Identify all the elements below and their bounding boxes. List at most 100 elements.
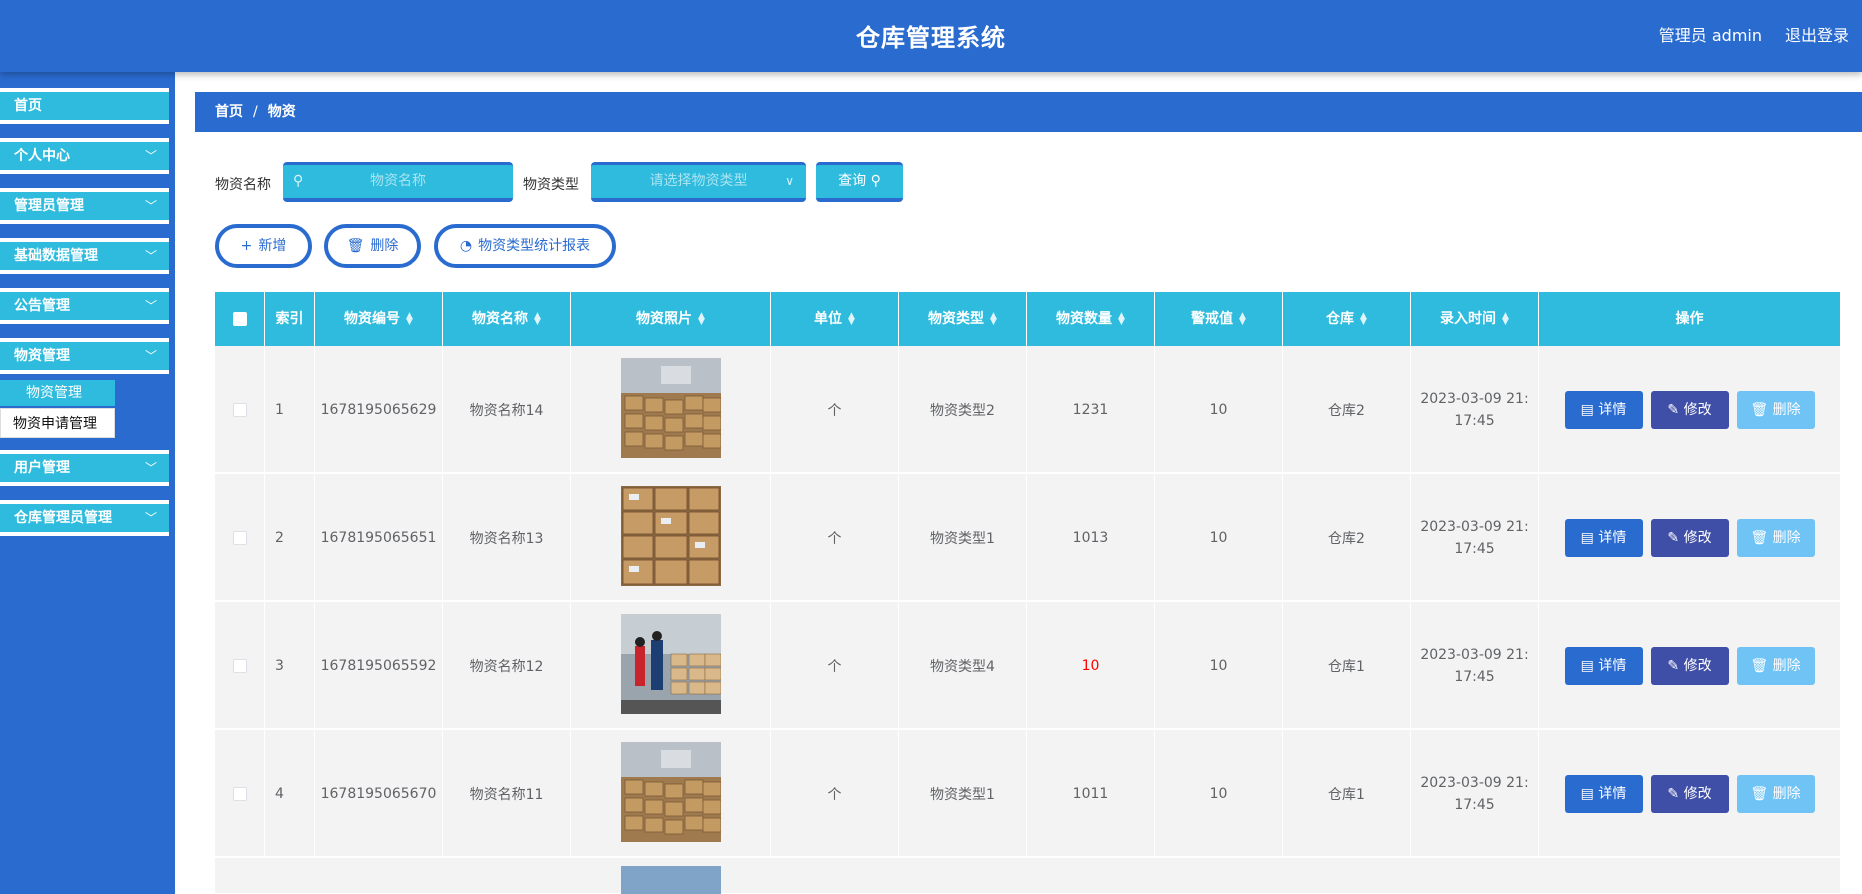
cell-value-type: 物资类型4 bbox=[930, 658, 995, 675]
cell-type: 物资类型1 bbox=[899, 474, 1027, 601]
breadcrumb-home[interactable]: 首页 bbox=[215, 104, 243, 120]
sidebar-item-admins[interactable]: 管理员管理 ﹀ bbox=[0, 188, 169, 224]
breadcrumb-separator: / bbox=[253, 104, 258, 120]
cell-chk bbox=[215, 346, 265, 473]
row-delete-button[interactable]: 🗑 删除 bbox=[1736, 390, 1815, 429]
material-photo[interactable] bbox=[620, 357, 721, 462]
cell-photo bbox=[571, 730, 771, 857]
sidebar-item-label: 公告管理 bbox=[14, 298, 70, 314]
entry-time-clock: 17:45 bbox=[1454, 540, 1495, 557]
type-select-placeholder: 请选择物资类型 bbox=[649, 173, 748, 189]
sidebar-item-basic-data[interactable]: 基础数据管理 ﹀ bbox=[0, 238, 169, 274]
detail-button[interactable]: ▤ 详情 bbox=[1564, 774, 1643, 813]
row-checkbox[interactable] bbox=[232, 786, 247, 801]
list-icon: ▤ bbox=[1580, 529, 1599, 546]
name-search-input[interactable]: ⚲ 物资名称 bbox=[283, 162, 513, 202]
sidebar-item-home[interactable]: 首页 bbox=[0, 88, 169, 124]
cell-time: 2023-03-09 21: 17:45 bbox=[1411, 602, 1539, 729]
cell-actions: ▤ 详情 ✎ 修改 🗑 删除 bbox=[1539, 474, 1840, 601]
cell-index: 3 bbox=[265, 602, 315, 729]
material-photo[interactable] bbox=[620, 613, 721, 718]
column-header-qty[interactable]: 物资数量 ▲ ▼ bbox=[1027, 292, 1155, 346]
row-checkbox[interactable] bbox=[232, 530, 247, 545]
cell-value-type: 物资类型2 bbox=[930, 402, 995, 419]
entry-time-date: 2023-03-09 21: bbox=[1420, 390, 1529, 407]
action-label: 删除 bbox=[1772, 529, 1801, 546]
edit-button[interactable]: ✎ 修改 bbox=[1650, 390, 1729, 429]
cell-value-index: 1 bbox=[275, 401, 284, 418]
row-checkbox[interactable] bbox=[232, 658, 247, 673]
add-button[interactable]: + 新增 bbox=[215, 224, 312, 268]
sort-icon: ▲ ▼ bbox=[1118, 311, 1125, 327]
detail-button[interactable]: ▤ 详情 bbox=[1564, 390, 1643, 429]
edit-button[interactable]: ✎ 修改 bbox=[1650, 774, 1729, 813]
type-select[interactable]: 请选择物资类型 ∨ bbox=[591, 162, 806, 202]
action-label: 详情 bbox=[1598, 657, 1627, 674]
action-label: 删除 bbox=[1772, 401, 1801, 418]
sidebar-item-profile[interactable]: 个人中心 ﹀ bbox=[0, 138, 169, 174]
cell-warn: 10 bbox=[1155, 474, 1283, 601]
detail-button[interactable]: ▤ 详情 bbox=[1564, 518, 1643, 557]
trash-icon: 🗑 bbox=[346, 238, 365, 254]
sidebar-item-users[interactable]: 用户管理 ﹀ bbox=[0, 450, 169, 486]
column-header-type[interactable]: 物资类型 ▲ ▼ bbox=[899, 292, 1027, 346]
row-delete-button[interactable]: 🗑 删除 bbox=[1736, 646, 1815, 685]
cell-time: 2023-03-09 21: 17:45 bbox=[1411, 346, 1539, 473]
cell-chk bbox=[215, 474, 265, 601]
sidebar-item-materials[interactable]: 物资管理 ﹀ bbox=[0, 338, 169, 374]
detail-button[interactable]: ▤ 详情 bbox=[1564, 646, 1643, 685]
add-button-label: 新增 bbox=[258, 238, 287, 254]
column-header-warn[interactable]: 警戒值 ▲ ▼ bbox=[1155, 292, 1283, 346]
cell-value-code: 1678195065592 bbox=[320, 657, 437, 674]
top-header: 仓库管理系统 管理员 admin 退出登录 bbox=[0, 0, 1862, 72]
cell-value-warn: 10 bbox=[1209, 529, 1228, 546]
cell-value-qty: 1011 bbox=[1072, 785, 1109, 802]
entry-time-clock: 17:45 bbox=[1454, 796, 1495, 813]
chevron-down-icon: ∨ bbox=[785, 174, 794, 188]
current-user: 管理员 admin bbox=[1658, 26, 1762, 45]
edit-button[interactable]: ✎ 修改 bbox=[1650, 646, 1729, 685]
submenu-item-materials[interactable]: 物资管理 bbox=[0, 380, 115, 406]
type-report-button-label: 物资类型统计报表 bbox=[478, 238, 591, 254]
material-photo[interactable] bbox=[620, 741, 721, 846]
row-delete-button[interactable]: 🗑 删除 bbox=[1736, 774, 1815, 813]
material-photo[interactable] bbox=[621, 866, 721, 894]
sidebar-item-label: 基础数据管理 bbox=[14, 248, 98, 264]
cell-value-warehouse: 仓库2 bbox=[1328, 530, 1365, 547]
cell-value-warn: 10 bbox=[1209, 401, 1228, 418]
query-button[interactable]: 查询 ⚲ bbox=[816, 162, 903, 202]
submenu-item-material-requests[interactable]: 物资申请管理 bbox=[0, 408, 115, 438]
sidebar-item-label: 管理员管理 bbox=[14, 198, 84, 214]
sidebar-item-notices[interactable]: 公告管理 ﹀ bbox=[0, 288, 169, 324]
column-header-label: 物资名称 bbox=[472, 311, 529, 327]
cell-warehouse: 仓库1 bbox=[1283, 602, 1411, 729]
column-header-name[interactable]: 物资名称 ▲ ▼ bbox=[443, 292, 571, 346]
column-header-code[interactable]: 物资编号 ▲ ▼ bbox=[315, 292, 443, 346]
name-search-placeholder: 物资名称 bbox=[370, 173, 426, 189]
trash-icon: 🗑 bbox=[1750, 785, 1773, 802]
column-header-unit[interactable]: 单位 ▲ ▼ bbox=[771, 292, 899, 346]
column-header-label: 录入时间 bbox=[1440, 311, 1497, 327]
chevron-down-icon: ﹀ bbox=[144, 349, 157, 363]
sidebar-item-warehouse-admins[interactable]: 仓库管理员管理 ﹀ bbox=[0, 500, 169, 536]
row-delete-button[interactable]: 🗑 删除 bbox=[1736, 518, 1815, 557]
delete-button[interactable]: 🗑 删除 bbox=[324, 224, 421, 268]
trash-icon: 🗑 bbox=[1750, 401, 1773, 418]
edit-button[interactable]: ✎ 修改 bbox=[1650, 518, 1729, 557]
cell-photo bbox=[571, 474, 771, 601]
cell-time: 2023-03-09 21: 17:45 bbox=[1411, 730, 1539, 857]
column-header-label: 警戒值 bbox=[1191, 311, 1234, 327]
search-icon: ⚲ bbox=[870, 173, 881, 189]
column-header-time[interactable]: 录入时间 ▲ ▼ bbox=[1411, 292, 1539, 346]
row-checkbox[interactable] bbox=[232, 402, 247, 417]
entry-time-clock: 17:45 bbox=[1454, 412, 1495, 429]
column-header-warehouse[interactable]: 仓库 ▲ ▼ bbox=[1283, 292, 1411, 346]
cell-value-warn: 10 bbox=[1209, 785, 1228, 802]
material-photo[interactable] bbox=[620, 485, 721, 590]
logout-link[interactable]: 退出登录 bbox=[1785, 22, 1849, 46]
column-header-photo[interactable]: 物资照片 ▲ ▼ bbox=[571, 292, 771, 346]
select-all-checkbox[interactable] bbox=[232, 312, 247, 326]
sort-icon: ▲ ▼ bbox=[990, 311, 997, 327]
type-report-button[interactable]: ◔ 物资类型统计报表 bbox=[434, 224, 616, 268]
cell-index: 2 bbox=[265, 474, 315, 601]
